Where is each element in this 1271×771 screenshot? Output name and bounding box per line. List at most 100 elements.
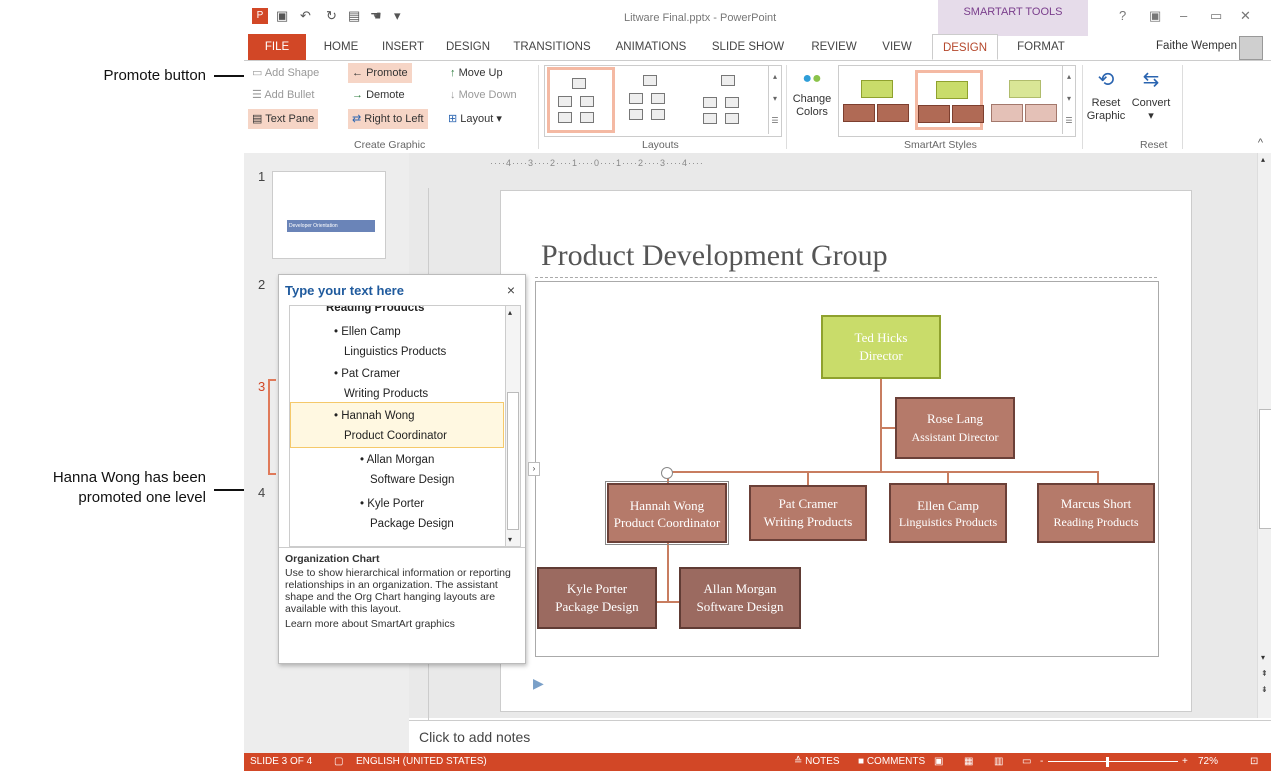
move-up-button[interactable]: ↑ Move Up [446,63,507,83]
org-node-director[interactable]: Ted Hicks Director [821,315,941,379]
list-item[interactable]: • Allan Morgan [360,454,434,466]
scroll-thumb[interactable] [507,392,519,530]
tab-file[interactable]: FILE [248,34,306,60]
vertical-scrollbar[interactable]: ▴ ▾ ⇞ ⇟ [1257,153,1271,718]
list-item[interactable]: Package Design [370,518,454,530]
slide-title[interactable]: Product Development Group [541,239,888,273]
start-slideshow-icon[interactable]: ▤ [348,8,360,24]
layout-org-chart[interactable] [547,67,615,133]
org-node-assistant[interactable]: Rose Lang Assistant Director [895,397,1015,459]
scroll-up-icon[interactable]: ▴ [1261,155,1265,164]
zoom-slider[interactable] [1048,761,1178,762]
convert-button[interactable]: ⇆ Convert ▾ [1128,63,1174,123]
tab-slide-show[interactable]: SLIDE SHOW [704,34,792,60]
tab-smartart-format[interactable]: FORMAT [1006,34,1076,60]
minimize-icon[interactable]: – [1180,8,1187,23]
ribbon-display-icon[interactable]: ▣ [1149,8,1161,24]
style-white-outline[interactable] [915,70,984,130]
zoom-out-icon[interactable]: - [1040,753,1043,771]
layout-name-title-org-chart[interactable] [621,67,689,133]
slideshow-view-icon[interactable]: ▭ [1022,753,1031,771]
learn-more-link[interactable]: Learn more about SmartArt graphics [285,618,517,630]
tab-insert[interactable]: INSERT [376,34,430,60]
close-icon[interactable]: ✕ [1240,8,1251,24]
restore-icon[interactable]: ▭ [1210,8,1222,24]
touch-mode-icon[interactable]: ☚ [370,8,382,24]
previous-slide-icon[interactable]: ⇞ [1261,669,1268,678]
redo-icon[interactable]: ↻ [326,8,337,24]
list-item[interactable]: Product Coordinator [344,430,447,442]
language-indicator[interactable]: ENGLISH (UNITED STATES) [356,753,487,771]
zoom-in-icon[interactable]: + [1182,753,1188,771]
right-to-left-button[interactable]: ⇄ Right to Left [348,109,428,129]
slide-thumbnail-3-selection[interactable] [268,379,276,475]
save-icon[interactable]: ▣ [276,8,288,24]
org-node-marcus-short[interactable]: Marcus Short Reading Products [1037,483,1155,543]
tab-smartart-design[interactable]: DESIGN [932,34,998,60]
rotate-handle-icon[interactable] [661,467,673,479]
slide-indicator[interactable]: SLIDE 3 OF 4 [250,753,312,771]
org-node-kyle-porter[interactable]: Kyle Porter Package Design [537,567,657,629]
list-item[interactable]: • Hannah Wong [334,410,415,422]
org-node-allan-morgan[interactable]: Allan Morgan Software Design [679,567,801,629]
styles-scroll-icon[interactable]: ▴ ▾ ☰ [1062,66,1075,134]
close-icon[interactable]: × [507,282,515,298]
move-down-button[interactable]: ↓ Move Down [446,85,521,105]
scroll-down-icon[interactable]: ▾ [508,535,512,544]
add-shape-button[interactable]: ▭ Add Shape [248,63,323,83]
tab-transitions[interactable]: TRANSITIONS [506,34,598,60]
scroll-thumb[interactable] [1259,409,1271,529]
scroll-up-icon[interactable]: ▴ [508,308,512,317]
style-subtle-effect[interactable] [989,70,1057,130]
slide-thumbnail-1[interactable]: Developer Orientation [272,171,386,259]
normal-view-icon[interactable]: ▣ [934,753,943,771]
tab-design[interactable]: DESIGN [440,34,496,60]
zoom-level[interactable]: 72% [1198,753,1218,771]
spellcheck-icon[interactable]: ▢ [334,753,343,771]
layouts-scroll-icon[interactable]: ▴ ▾ ☰ [768,66,781,134]
scroll-down-icon[interactable]: ▾ [1261,653,1265,662]
fit-slide-icon[interactable]: ⊡ [1250,753,1258,771]
reading-view-icon[interactable]: ▥ [994,753,1003,771]
layout-button[interactable]: ⊞ Layout ▾ [444,109,506,129]
comments-button[interactable]: ■ COMMENTS [858,753,925,771]
user-avatar[interactable] [1239,36,1263,60]
notes-button[interactable]: ≙ NOTES [794,753,840,771]
slide-canvas[interactable]: Product Development Group Ted Hicks Dire… [500,190,1192,712]
demote-button[interactable]: → Demote [348,85,409,105]
tab-animations[interactable]: ANIMATIONS [608,34,694,60]
notes-placeholder[interactable]: Click to add notes [419,729,530,745]
change-colors-button[interactable]: ●● Change Colors [790,65,834,119]
customize-qat-icon[interactable]: ▾ [394,8,401,24]
reset-graphic-button[interactable]: ⟲ Reset Graphic [1086,63,1126,123]
list-item[interactable]: Software Design [370,474,454,486]
tab-view[interactable]: VIEW [872,34,922,60]
style-simple-fill[interactable] [841,70,909,130]
collapse-ribbon-icon[interactable]: ^ [1258,137,1263,149]
undo-icon[interactable]: ↶ [300,8,311,24]
tab-home[interactable]: HOME [316,34,366,60]
text-pane-scrollbar[interactable]: ▴ ▾ [505,305,521,547]
add-bullet-button[interactable]: ☰ Add Bullet [248,85,318,105]
text-pane-list[interactable]: Reading Products • Ellen Camp Linguistic… [289,305,507,547]
org-node-hannah-wong[interactable]: Hannah Wong Product Coordinator [605,481,729,545]
list-item[interactable]: Writing Products [344,388,428,400]
text-pane-collapse-icon[interactable]: › [528,462,540,476]
help-icon[interactable]: ? [1119,8,1126,23]
list-item[interactable]: Reading Products [326,306,424,314]
list-item[interactable]: • Pat Cramer [334,368,400,380]
notes-pane[interactable]: Click to add notes [409,720,1271,754]
user-name[interactable]: Faithe Wempen [1156,40,1237,52]
text-pane-button[interactable]: ▤ Text Pane [248,109,319,129]
tab-review[interactable]: REVIEW [804,34,864,60]
list-item[interactable]: • Kyle Porter [360,498,424,510]
zoom-slider-thumb[interactable] [1106,757,1109,767]
promote-button[interactable]: ← Promote [348,63,412,83]
slide-sorter-icon[interactable]: ▦ [964,753,973,771]
list-item[interactable]: Linguistics Products [344,346,446,358]
next-slide-icon[interactable]: ⇟ [1261,685,1268,694]
org-node-ellen-camp[interactable]: Ellen Camp Linguistics Products [889,483,1007,543]
org-node-pat-cramer[interactable]: Pat Cramer Writing Products [749,485,867,541]
notes-expand-icon[interactable]: ▶ [533,675,544,692]
list-item[interactable]: • Ellen Camp [334,326,401,338]
